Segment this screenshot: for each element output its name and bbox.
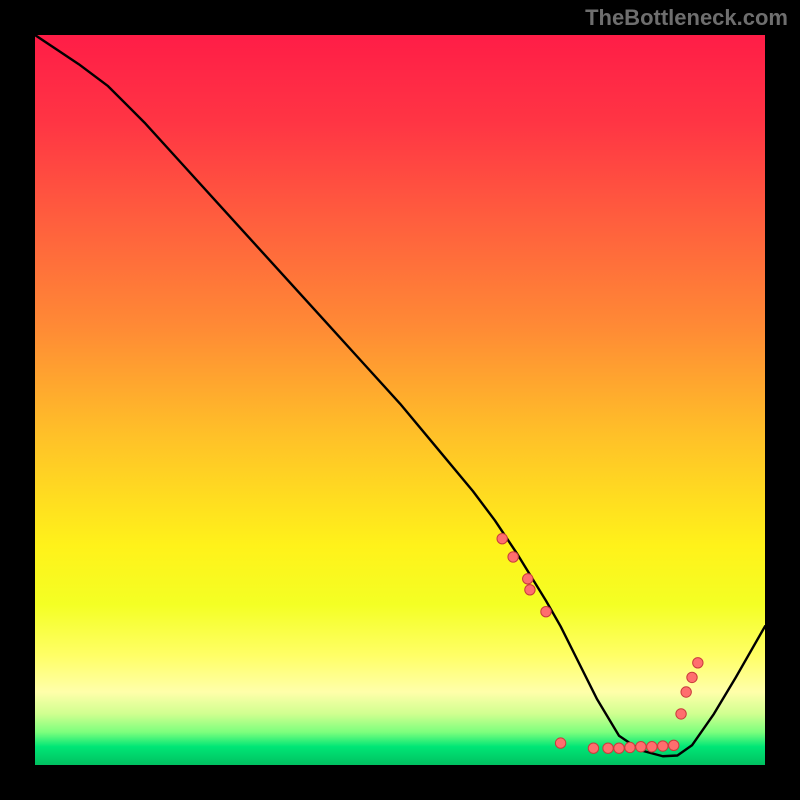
marker-dot xyxy=(693,658,703,668)
marker-dot xyxy=(669,740,679,750)
marker-dot xyxy=(625,742,635,752)
marker-dot xyxy=(647,742,657,752)
marker-dot xyxy=(603,743,613,753)
marker-dot xyxy=(588,743,598,753)
marker-dot xyxy=(555,738,565,748)
marker-dot xyxy=(687,672,697,682)
chart-svg xyxy=(35,35,765,765)
gradient-background xyxy=(35,35,765,765)
marker-dot xyxy=(681,687,691,697)
plot-area xyxy=(35,35,765,765)
marker-dot xyxy=(614,743,624,753)
marker-dot xyxy=(658,741,668,751)
marker-dot xyxy=(636,742,646,752)
marker-dot xyxy=(508,552,518,562)
chart-root: TheBottleneck.com xyxy=(0,0,800,800)
marker-dot xyxy=(525,585,535,595)
marker-dot xyxy=(523,574,533,584)
marker-dot xyxy=(676,709,686,719)
marker-dot xyxy=(497,534,507,544)
marker-dot xyxy=(541,607,551,617)
attribution-text: TheBottleneck.com xyxy=(585,5,788,31)
